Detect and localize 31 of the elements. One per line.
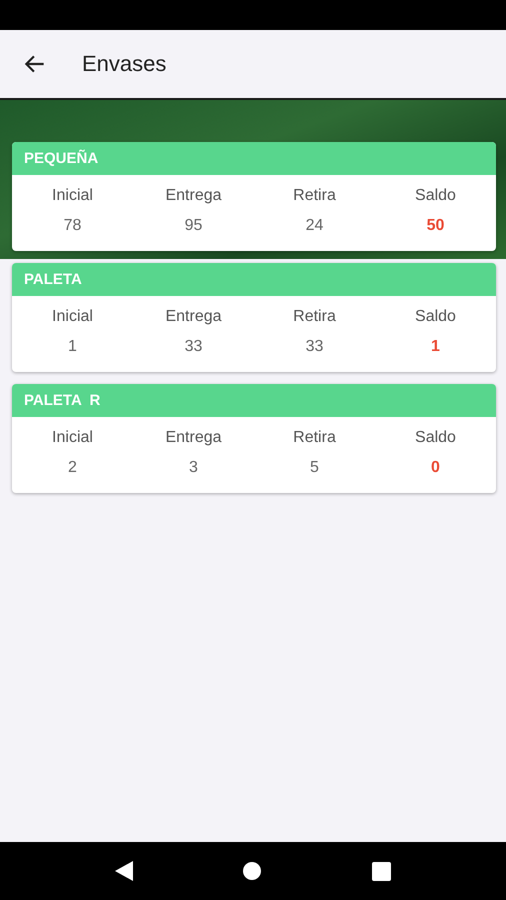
column-value: 33 — [184, 338, 202, 356]
column-value: 5 — [310, 459, 319, 477]
column-value: 24 — [306, 217, 324, 235]
column-value: 1 — [431, 338, 440, 356]
column-value: 0 — [431, 459, 440, 477]
column-label: Saldo — [415, 308, 456, 326]
column-label: Inicial — [52, 187, 93, 205]
column-value: 1 — [68, 338, 77, 356]
column-value: 78 — [64, 217, 82, 235]
column-value: 50 — [426, 217, 444, 235]
column-label: Saldo — [415, 187, 456, 205]
column-label: Entrega — [165, 429, 222, 447]
column-value: 33 — [306, 338, 324, 356]
column-label: Retira — [293, 429, 336, 447]
page-title: Envases — [82, 51, 166, 77]
back-icon[interactable] — [114, 861, 133, 881]
home-icon[interactable] — [242, 861, 262, 881]
column-value: 95 — [184, 217, 202, 235]
column-label: Retira — [293, 308, 336, 326]
column-label: Entrega — [165, 187, 222, 205]
column-value: 3 — [189, 459, 198, 477]
column-value: 2 — [68, 459, 77, 477]
column-label: Entrega — [165, 308, 222, 326]
card-title: PEQUEÑA — [12, 142, 496, 175]
card-title: PALETA — [12, 263, 496, 296]
column-label: Saldo — [415, 429, 456, 447]
column-label: Retira — [293, 187, 336, 205]
card-title: PALETA R — [12, 384, 496, 417]
column-label: Inicial — [52, 308, 93, 326]
column-label: Inicial — [52, 429, 93, 447]
recents-icon[interactable] — [372, 862, 392, 880]
